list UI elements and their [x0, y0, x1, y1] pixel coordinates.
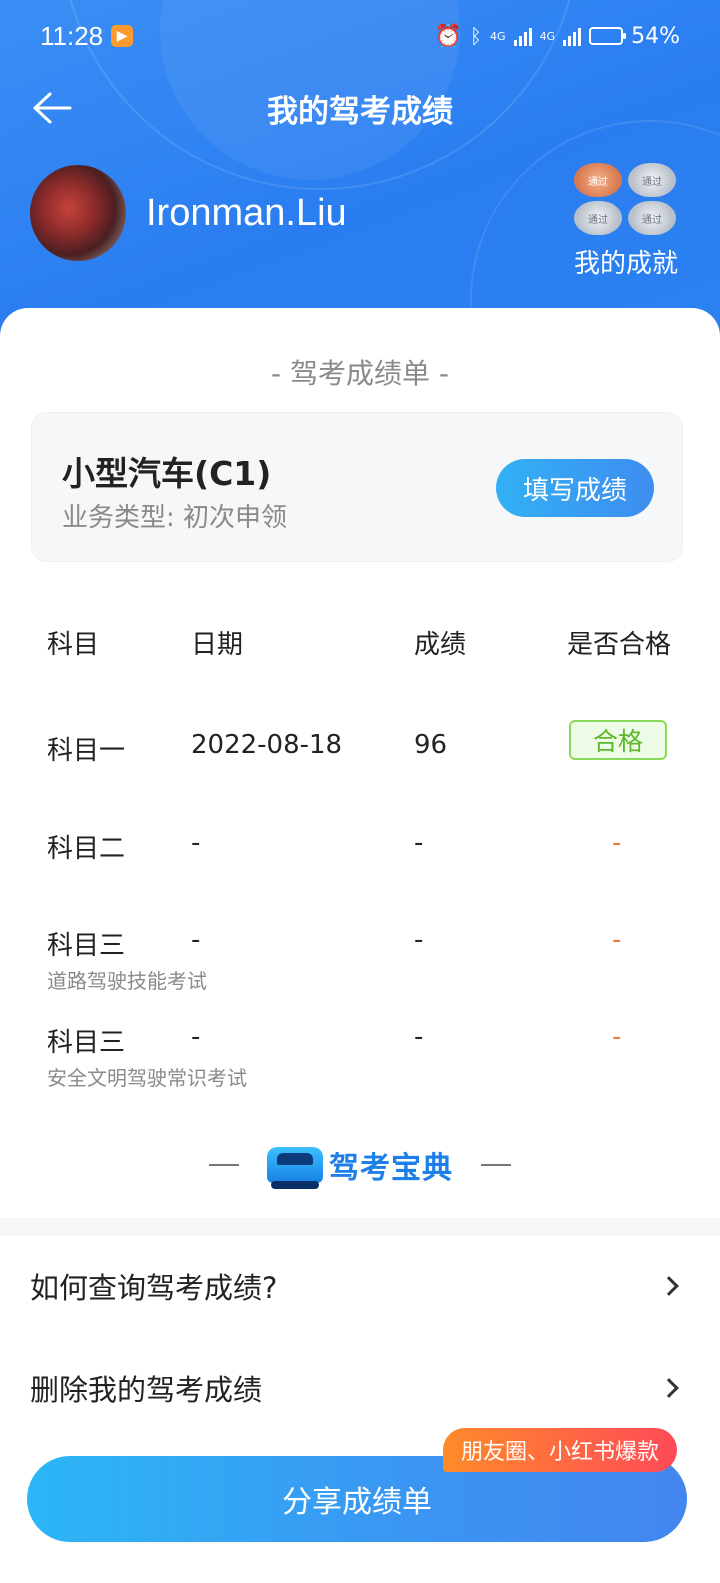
- score-cell: -: [414, 1022, 424, 1052]
- table-row: 科目二 - - -: [0, 828, 720, 918]
- achievements[interactable]: 通过 通过 通过 通过 我的成就: [568, 163, 678, 280]
- subject-cell: 科目一: [47, 736, 126, 766]
- column-header: 是否合格: [567, 630, 672, 660]
- table-row: 科目一 2022-08-18 96 合格: [0, 720, 720, 820]
- help-menu: 如何查询驾考成绩? 删除我的驾考成绩: [0, 1236, 720, 1440]
- promo-badge: 朋友圈、小红书爆款: [443, 1428, 678, 1472]
- page-title: 我的驾考成绩: [267, 93, 453, 130]
- medal-icon: 通过: [574, 163, 622, 197]
- subject-subtitle: 安全文明驾驶常识考试: [47, 1066, 247, 1090]
- column-header: 日期: [191, 630, 244, 660]
- divider: [481, 1164, 511, 1166]
- medal-icon: 通过: [574, 201, 622, 235]
- user-profile: Ironman.Liu: [30, 165, 347, 261]
- score-cell: 96: [414, 730, 448, 760]
- avatar[interactable]: [30, 165, 126, 261]
- network-label-1: 4G: [490, 29, 506, 43]
- menu-item-query-score[interactable]: 如何查询驾考成绩?: [0, 1236, 720, 1336]
- date-cell: -: [191, 828, 201, 858]
- signal-icon: [513, 26, 532, 46]
- header: 11:28 ▶ ⏰ ᛒ 4G 4G 54% 我的驾考成绩 Ironman.Liu…: [0, 0, 720, 360]
- pass-badge: 合格: [569, 720, 667, 760]
- column-header: 科目: [47, 630, 100, 660]
- date-cell: -: [191, 1022, 201, 1052]
- status-time: 11:28: [40, 20, 104, 51]
- network-label-2: 4G: [539, 29, 556, 43]
- result-cell: -: [612, 925, 622, 955]
- license-name: 小型汽车(C1): [62, 454, 272, 493]
- battery-percent: 54%: [631, 23, 680, 49]
- table-header: 科目 日期 成绩 是否合格: [0, 608, 720, 698]
- subject-subtitle: 道路驾驶技能考试: [47, 969, 207, 993]
- medal-icon: 通过: [628, 163, 676, 197]
- brand-footer: 驾考宝典: [0, 1140, 720, 1190]
- bluetooth-icon: ᛒ: [470, 24, 483, 48]
- subject-cell: 科目二: [47, 834, 126, 864]
- column-header: 成绩: [414, 630, 467, 660]
- status-bar: 11:28 ▶ ⏰ ᛒ 4G 4G 54%: [40, 18, 680, 54]
- medal-grid: 通过 通过 通过 通过: [574, 163, 678, 235]
- result-cell: -: [612, 1022, 622, 1052]
- alarm-icon: ⏰: [434, 23, 463, 49]
- brand-name: 驾考宝典: [329, 1151, 453, 1186]
- back-arrow-icon[interactable]: [30, 90, 72, 126]
- signal-icon: [563, 26, 582, 46]
- menu-item-label: 如何查询驾考成绩?: [30, 1271, 278, 1305]
- date-cell: -: [191, 925, 201, 955]
- result-cell: -: [612, 828, 622, 858]
- sheet-title: - 驾考成绩单 -: [270, 357, 449, 390]
- menu-item-label: 删除我的驾考成绩: [30, 1373, 263, 1407]
- subject-cell: 科目三: [47, 1028, 126, 1058]
- fill-score-button[interactable]: 填写成绩: [496, 459, 654, 517]
- chevron-right-icon: [659, 1378, 679, 1398]
- status-icons: ⏰ ᛒ 4G 4G 54%: [435, 24, 680, 49]
- table-row: 科目三 安全文明驾驶常识考试 - - -: [0, 1022, 720, 1112]
- bottom-bar: 分享成绩单 朋友圈、小红书爆款: [0, 1428, 720, 1583]
- achievements-label: 我的成就: [573, 249, 678, 279]
- date-cell: 2022-08-18: [191, 730, 343, 760]
- score-cell: -: [414, 925, 424, 955]
- app-notification-icon: ▶: [111, 25, 134, 47]
- table-row: 科目三 道路驾驶技能考试 - - -: [0, 925, 720, 1015]
- license-card: 小型汽车(C1) 业务类型: 初次申领 填写成绩: [31, 412, 683, 562]
- username: Ironman.Liu: [146, 191, 347, 234]
- battery-icon: [589, 27, 627, 45]
- car-logo-icon: [267, 1147, 323, 1189]
- score-cell: -: [414, 828, 424, 858]
- score-sheet-card: - 驾考成绩单 - 小型汽车(C1) 业务类型: 初次申领 填写成绩 科目 日期…: [0, 308, 720, 1218]
- medal-icon: 通过: [628, 201, 676, 235]
- nav-bar: 我的驾考成绩: [0, 80, 720, 136]
- menu-item-delete-score[interactable]: 删除我的驾考成绩: [0, 1338, 720, 1438]
- divider: [209, 1164, 239, 1166]
- chevron-right-icon: [659, 1276, 679, 1296]
- business-type: 业务类型: 初次申领: [62, 503, 288, 533]
- subject-cell: 科目三: [47, 931, 126, 961]
